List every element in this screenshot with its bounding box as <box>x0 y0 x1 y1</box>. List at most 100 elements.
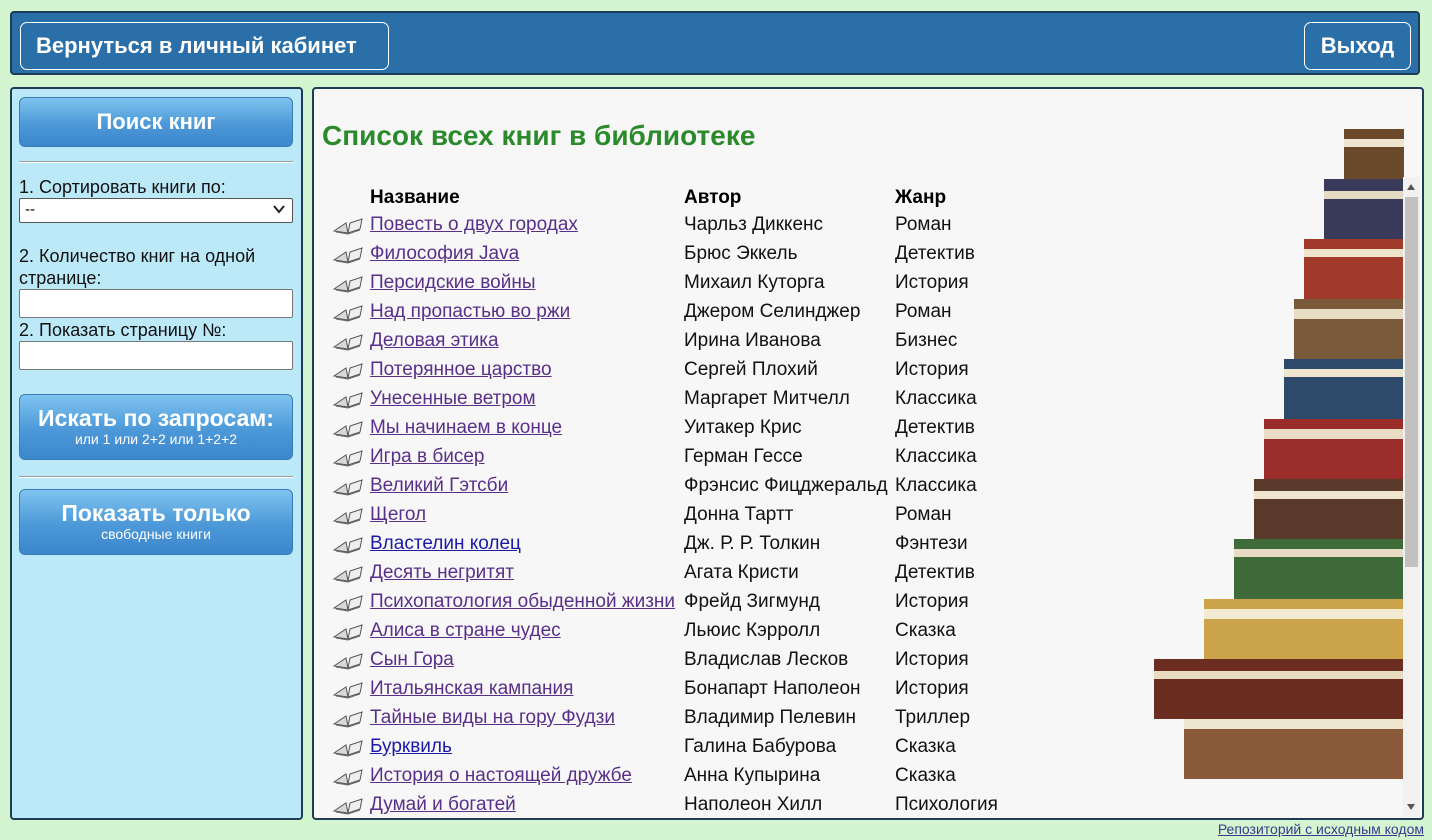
open-book-icon <box>332 450 363 467</box>
book-genre: Роман <box>895 504 952 525</box>
book-author: Владимир Пелевин <box>684 707 856 728</box>
book-title-link[interactable]: Философия Java <box>370 243 519 265</box>
table-row: Над пропастью во ржи Джером Селинджер Рома… <box>314 300 1214 329</box>
table-row: Персидские войны Михаил Куторга История <box>314 271 1214 300</box>
book-title-link[interactable]: Итальянская кампания <box>370 678 573 700</box>
back-to-cabinet-button[interactable]: Вернуться в личный кабинет <box>20 22 389 70</box>
page-title: Список всех книг в библиотеке <box>322 120 756 151</box>
show-free-books-button[interactable]: Показать только свободные книги <box>19 489 293 555</box>
free-button-subtitle: свободные книги <box>101 526 211 542</box>
book-genre: История <box>895 678 969 699</box>
page-number-label: 2. Показать страницу №: <box>19 320 227 340</box>
book-title-link[interactable]: Психопатология обыденной жизни <box>370 591 675 613</box>
query-button-subtitle: или 1 или 2+2 или 1+2+2 <box>74 431 238 447</box>
table-row: Итальянская кампания Бонапарт Наполеон Ист… <box>314 677 1214 706</box>
book-genre: Классика <box>895 475 977 496</box>
table-row: Тайные виды на гору Фудзи Владимир Пелеви… <box>314 706 1214 735</box>
book-author: Маргарет Митчелл <box>684 388 850 409</box>
sidebar: Поиск книг 1. Сортировать книги по: -- 2… <box>10 87 303 820</box>
table-row: Сын Гора Владислав Лесков История <box>314 648 1214 677</box>
query-button-title: Искать по запросам: <box>38 405 274 431</box>
book-author: Фрэнсис Фицджеральд <box>684 475 888 496</box>
book-author: Герман Гессе <box>684 446 803 467</box>
free-button-title: Показать только <box>61 500 251 526</box>
main-panel: Список всех книг в библиотеке Название А… <box>312 87 1424 820</box>
scroll-up-icon[interactable] <box>1407 184 1415 190</box>
book-author: Михаил Куторга <box>684 272 825 293</box>
book-genre: Классика <box>895 446 977 467</box>
book-genre: Детектив <box>895 562 975 583</box>
book-title-link[interactable]: История о настоящей дружбе <box>370 765 632 787</box>
book-author: Донна Тартт <box>684 504 794 525</box>
open-book-icon <box>332 392 363 409</box>
book-author: Чарльз Диккенс <box>684 214 824 235</box>
book-title-link[interactable]: Тайные виды на гору Фудзи <box>370 707 615 729</box>
book-title-link[interactable]: Мы начинаем в конце <box>370 417 562 439</box>
book-title-link[interactable]: Повесть о двух городах <box>370 214 578 236</box>
books-table: Повесть о двух городах Чарльз Диккенс Рома… <box>314 213 1214 818</box>
book-genre: Роман <box>895 214 952 235</box>
table-row: Бурквиль Галина Бабурова Сказка <box>314 735 1214 764</box>
table-row: История о настоящей дружбе Анна Купырина С… <box>314 764 1214 793</box>
search-by-query-button[interactable]: Искать по запросам: или 1 или 2+2 или 1+… <box>19 394 293 460</box>
book-title-link[interactable]: Сын Гора <box>370 649 454 671</box>
book-title-link[interactable]: Бурквиль <box>370 736 452 758</box>
book-author: Ирина Иванова <box>684 330 821 351</box>
column-header-author: Автор <box>684 187 742 208</box>
book-author: Агата Кристи <box>684 562 799 583</box>
book-title-link[interactable]: Унесенные ветром <box>370 388 536 410</box>
table-row: Деловая этика Ирина Иванова Бизнес <box>314 329 1214 358</box>
book-title-link[interactable]: Думай и богатей <box>370 794 516 816</box>
table-row: Щегол Донна Тартт Роман <box>314 503 1214 532</box>
per-page-input[interactable] <box>19 289 293 318</box>
search-books-button[interactable]: Поиск книг <box>19 97 293 147</box>
book-genre: Бизнес <box>895 330 958 351</box>
book-title-link[interactable]: Десять негритят <box>370 562 514 584</box>
book-genre: История <box>895 591 969 612</box>
book-title-link[interactable]: Щегол <box>370 504 426 526</box>
repository-link[interactable]: Репозиторий с исходным кодом <box>1218 821 1424 837</box>
open-book-icon <box>332 421 363 438</box>
book-title-link[interactable]: Деловая этика <box>370 330 499 352</box>
book-genre: Триллер <box>895 707 971 728</box>
book-title-link[interactable]: Персидские войны <box>370 272 535 294</box>
divider <box>19 476 293 478</box>
sort-select[interactable]: -- <box>19 198 293 223</box>
book-genre: Детектив <box>895 417 975 438</box>
table-row: Потерянное царство Сергей Плохий История <box>314 358 1214 387</box>
open-book-icon <box>332 595 363 612</box>
open-book-icon <box>332 566 363 583</box>
scrollbar[interactable] <box>1403 177 1420 817</box>
book-title-link[interactable]: Над пропастью во ржи <box>370 301 570 323</box>
table-row: Алиса в стране чудес Льюис Кэрролл Сказка <box>314 619 1214 648</box>
page-number-input[interactable] <box>19 341 293 370</box>
book-author: Владислав Лесков <box>684 649 849 670</box>
table-row: Философия Java Брюс Эккель Детектив <box>314 242 1214 271</box>
book-title-link[interactable]: Потерянное царство <box>370 359 552 381</box>
table-row: Мы начинаем в конце Уитакер Крис Детектив <box>314 416 1214 445</box>
table-row: Властелин колец Дж. Р. Р. Толкин Фэнтези <box>314 532 1214 561</box>
scroll-thumb[interactable] <box>1405 197 1418 567</box>
book-author: Брюс Эккель <box>684 243 798 264</box>
book-title-link[interactable]: Игра в бисер <box>370 446 485 468</box>
book-genre: Сказка <box>895 765 956 786</box>
open-book-icon <box>332 276 363 293</box>
table-row: Повесть о двух городах Чарльз Диккенс Рома… <box>314 213 1214 242</box>
column-header-genre: Жанр <box>895 187 947 208</box>
scroll-down-icon[interactable] <box>1407 804 1415 810</box>
exit-button[interactable]: Выход <box>1304 22 1411 70</box>
book-genre: Сказка <box>895 736 956 757</box>
book-title-link[interactable]: Великий Гэтсби <box>370 475 508 497</box>
table-row: Унесенные ветром Маргарет Митчелл Классика <box>314 387 1214 416</box>
book-title-link[interactable]: Властелин колец <box>370 533 521 555</box>
book-title-link[interactable]: Алиса в стране чудес <box>370 620 561 642</box>
book-author: Сергей Плохий <box>684 359 818 380</box>
book-author: Бонапарт Наполеон <box>684 678 861 699</box>
open-book-icon <box>332 711 363 728</box>
divider <box>19 161 293 163</box>
open-book-icon <box>332 508 363 525</box>
book-genre: История <box>895 649 969 670</box>
open-book-icon <box>332 769 363 786</box>
open-book-icon <box>332 479 363 496</box>
table-row: Думай и богатей Наполеон Хилл Психология <box>314 793 1214 818</box>
